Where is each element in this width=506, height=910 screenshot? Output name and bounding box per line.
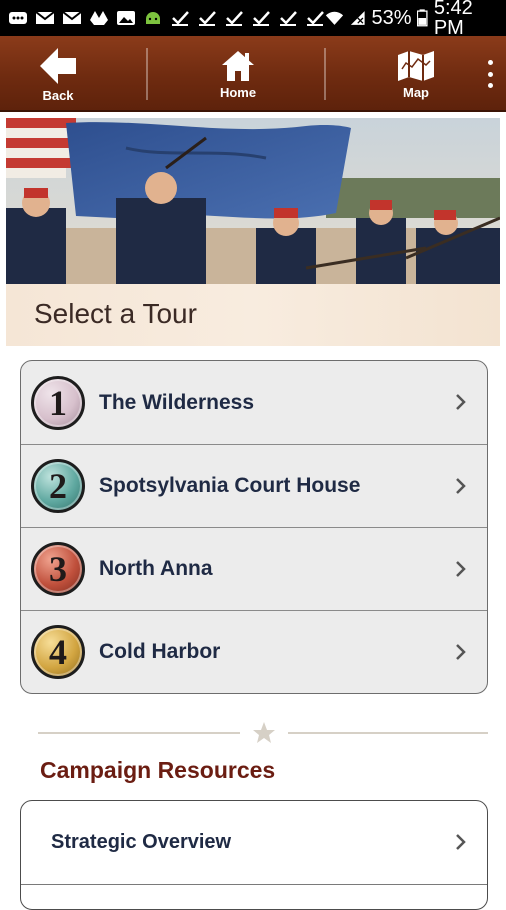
back-arrow-icon bbox=[40, 47, 76, 84]
notification-icons bbox=[8, 10, 325, 26]
chevron-right-icon bbox=[456, 394, 466, 410]
section-title: Campaign Resources bbox=[40, 757, 276, 783]
check-icon bbox=[172, 11, 189, 26]
drive-icon bbox=[90, 11, 108, 25]
tour-number: 1 bbox=[49, 382, 67, 423]
nav-separator bbox=[146, 48, 148, 100]
status-bar: 53% 5:42 PM bbox=[0, 0, 506, 38]
resources-list: Strategic Overview bbox=[20, 800, 488, 910]
chevron-right-icon bbox=[456, 834, 466, 850]
tour-number-badge: 4 bbox=[31, 625, 85, 679]
tour-number-badge: 1 bbox=[31, 375, 85, 430]
resource-label: Strategic Overview bbox=[51, 831, 232, 853]
resource-item-strategic-overview[interactable]: Strategic Overview bbox=[21, 801, 487, 885]
chevron-right-icon bbox=[456, 478, 466, 494]
image-icon bbox=[117, 11, 135, 25]
gmail-icon bbox=[35, 11, 55, 24]
map-button[interactable]: Map bbox=[376, 36, 456, 112]
page-header: Select a Tour bbox=[6, 284, 500, 346]
check-icon bbox=[199, 11, 216, 26]
tour-label: The Wilderness bbox=[99, 390, 255, 414]
section-divider bbox=[38, 720, 488, 746]
hero-image bbox=[6, 118, 500, 284]
overflow-menu-icon[interactable] bbox=[482, 60, 498, 88]
tour-number: 2 bbox=[49, 466, 67, 506]
nav-separator bbox=[324, 48, 326, 100]
messages-icon bbox=[9, 12, 27, 24]
battery-percent: 53% bbox=[371, 7, 412, 29]
tour-label: Cold Harbor bbox=[99, 640, 221, 663]
back-label: Back bbox=[42, 87, 74, 103]
tour-label: North Anna bbox=[99, 557, 213, 580]
tour-number: 4 bbox=[49, 632, 67, 672]
android-icon bbox=[146, 12, 160, 24]
tour-item-wilderness[interactable]: 1 The Wilderness bbox=[21, 361, 487, 444]
battery-icon bbox=[417, 9, 428, 27]
battle-painting bbox=[6, 118, 500, 284]
tour-list: 1 The Wilderness 2 Spotsylvania Court Ho… bbox=[20, 360, 488, 694]
star-icon bbox=[253, 722, 275, 743]
tour-label: Spotsylvania Court House bbox=[99, 474, 361, 497]
tour-item-north-anna[interactable]: 3 North Anna bbox=[21, 527, 487, 610]
home-label: Home bbox=[219, 84, 257, 100]
page-title: Select a Tour bbox=[34, 298, 197, 329]
tour-number-badge: 2 bbox=[31, 459, 85, 513]
map-icon bbox=[398, 50, 434, 81]
map-label: Map bbox=[403, 84, 429, 100]
signal-icon bbox=[350, 11, 365, 25]
home-button[interactable]: Home bbox=[198, 36, 278, 112]
check-icon bbox=[307, 11, 324, 26]
home-icon bbox=[222, 50, 254, 81]
check-icon bbox=[280, 11, 297, 26]
tour-number: 3 bbox=[49, 549, 67, 589]
back-button[interactable]: Back bbox=[20, 36, 96, 112]
tour-item-cold-harbor[interactable]: 4 Cold Harbor bbox=[21, 610, 487, 693]
gmail-icon bbox=[62, 11, 82, 24]
chevron-right-icon bbox=[456, 561, 466, 577]
wifi-icon bbox=[325, 11, 344, 25]
check-icon bbox=[253, 11, 270, 26]
system-status: 53% 5:42 PM bbox=[325, 0, 498, 38]
tour-number-badge: 3 bbox=[31, 542, 85, 596]
chevron-right-icon bbox=[456, 644, 466, 660]
clock: 5:42 PM bbox=[433, 0, 473, 39]
tour-item-spotsylvania[interactable]: 2 Spotsylvania Court House bbox=[21, 444, 487, 527]
check-icon bbox=[226, 11, 243, 26]
nav-bar: Back Home Map bbox=[0, 36, 506, 112]
